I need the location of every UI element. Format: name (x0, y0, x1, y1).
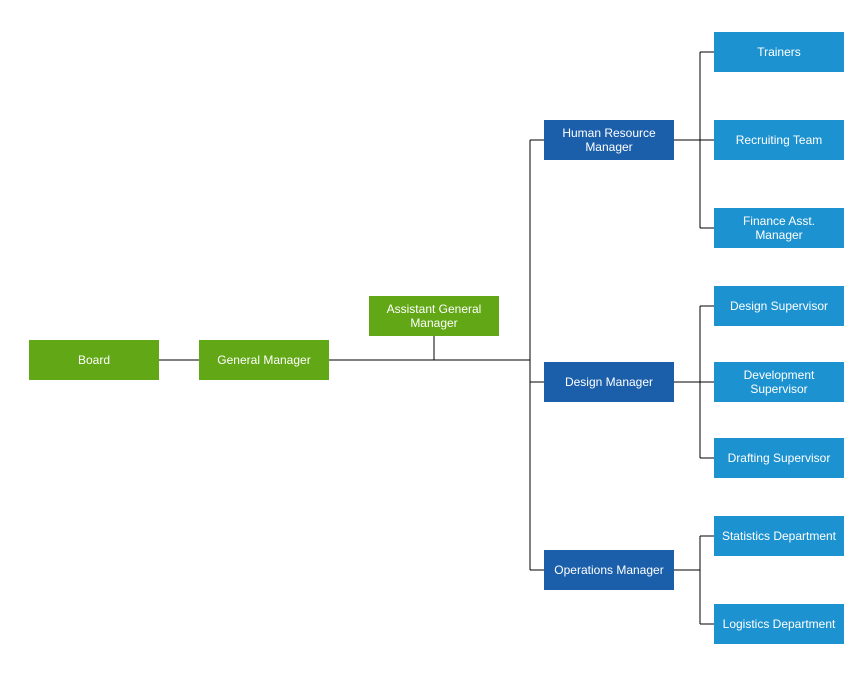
node-design-manager[interactable]: Design Manager (544, 362, 674, 402)
node-logistics-department[interactable]: Logistics Department (714, 604, 844, 644)
node-label: Development Supervisor (720, 368, 838, 397)
node-label: Statistics Department (722, 529, 836, 543)
node-trainers[interactable]: Trainers (714, 32, 844, 72)
node-label: Operations Manager (554, 563, 663, 577)
node-recruiting-team[interactable]: Recruiting Team (714, 120, 844, 160)
node-label: General Manager (217, 353, 310, 367)
node-label: Trainers (757, 45, 801, 59)
node-board[interactable]: Board (29, 340, 159, 380)
node-operations-manager[interactable]: Operations Manager (544, 550, 674, 590)
node-label: Design Manager (565, 375, 653, 389)
node-label: Drafting Supervisor (728, 451, 831, 465)
node-assistant-general-manager[interactable]: Assistant General Manager (369, 296, 499, 336)
node-design-supervisor[interactable]: Design Supervisor (714, 286, 844, 326)
node-label: Human Resource Manager (550, 126, 668, 155)
node-label: Board (78, 353, 110, 367)
node-human-resource-manager[interactable]: Human Resource Manager (544, 120, 674, 160)
connector-lines (0, 0, 867, 674)
node-finance-asst-manager[interactable]: Finance Asst. Manager (714, 208, 844, 248)
node-label: Recruiting Team (736, 133, 822, 147)
node-drafting-supervisor[interactable]: Drafting Supervisor (714, 438, 844, 478)
node-label: Assistant General Manager (375, 302, 493, 331)
node-label: Design Supervisor (730, 299, 828, 313)
node-statistics-department[interactable]: Statistics Department (714, 516, 844, 556)
node-label: Logistics Department (723, 617, 836, 631)
node-general-manager[interactable]: General Manager (199, 340, 329, 380)
node-label: Finance Asst. Manager (720, 214, 838, 243)
node-development-supervisor[interactable]: Development Supervisor (714, 362, 844, 402)
